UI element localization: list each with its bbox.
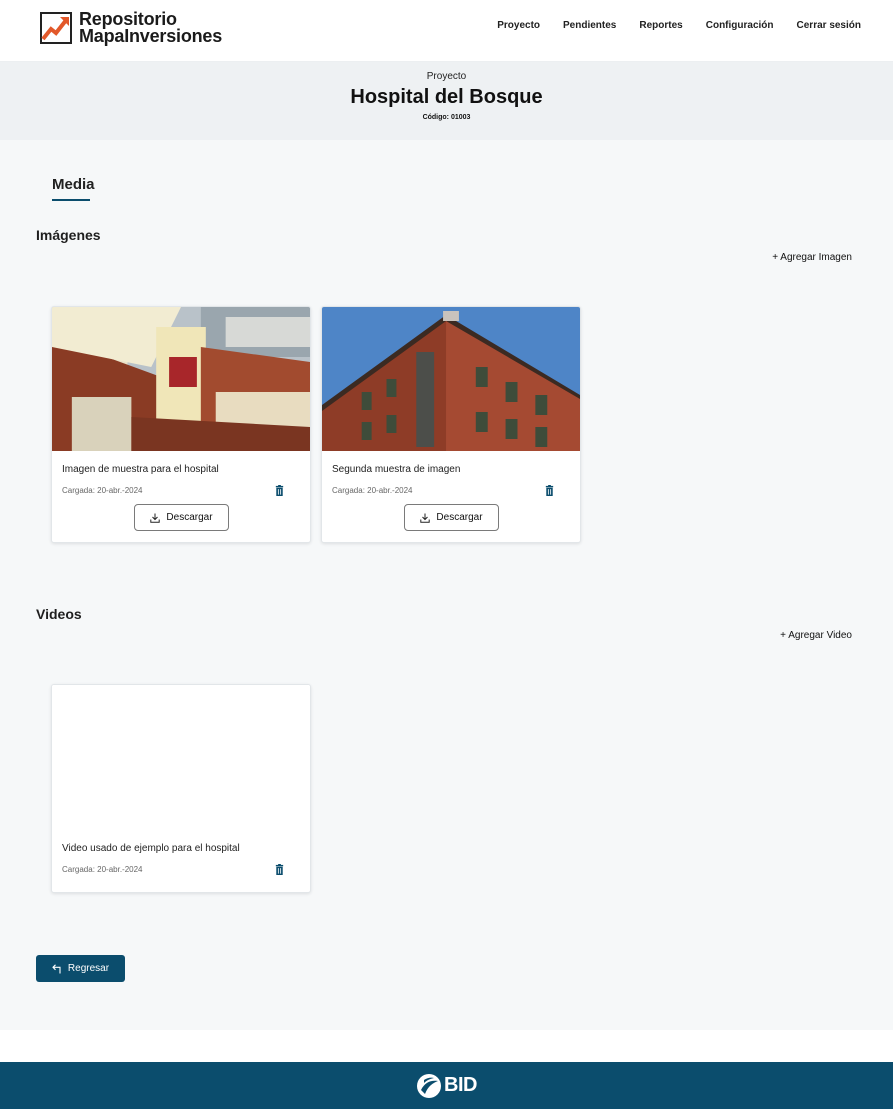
bid-logo-icon (417, 1073, 442, 1098)
trash-icon[interactable] (274, 485, 285, 496)
trash-icon[interactable] (544, 485, 555, 496)
trash-icon[interactable] (274, 864, 285, 875)
logo-line-2: MapaInversiones (79, 26, 223, 46)
return-arrow-icon (52, 963, 61, 973)
image-upload-date: Cargada: 20-abr.-2024 (62, 486, 143, 495)
nav-configuracion[interactable]: Configuración (706, 20, 774, 31)
image-card: Imagen de muestra para el hospital Carga… (51, 306, 311, 543)
tab-active-indicator (52, 199, 90, 201)
video-player[interactable] (52, 685, 310, 835)
image-upload-date: Cargada: 20-abr.-2024 (332, 486, 413, 495)
image-thumbnail-street[interactable] (52, 307, 310, 451)
main-nav: Proyecto Pendientes Reportes Configuraci… (474, 20, 861, 31)
top-header: Repositorio MapaInversiones Proyecto Pen… (0, 0, 893, 62)
add-video-button[interactable]: + Agregar Video (780, 630, 852, 641)
nav-cerrar-sesion[interactable]: Cerrar sesión (797, 20, 861, 31)
trending-up-logo-icon (40, 12, 72, 44)
footer-brand[interactable]: BID (416, 1073, 477, 1099)
main-content: Media Imágenes + Agregar Imagen Imagen d… (0, 140, 893, 1030)
video-card: Video usado de ejemplo para el hospital … (51, 684, 311, 893)
add-image-button[interactable]: + Agregar Imagen (772, 252, 852, 263)
video-caption: Video usado de ejemplo para el hospital (62, 843, 240, 854)
image-caption: Segunda muestra de imagen (332, 464, 461, 475)
download-button[interactable]: Descargar (134, 504, 229, 531)
footer-brand-text: BID (444, 1074, 477, 1096)
image-caption: Imagen de muestra para el hospital (62, 464, 219, 475)
footer: BID (0, 1062, 893, 1109)
image-thumbnail-building[interactable] (322, 307, 580, 451)
download-label: Descargar (166, 512, 213, 523)
app-title: Repositorio MapaInversiones (79, 10, 223, 46)
images-section-title: Imágenes (36, 227, 101, 243)
videos-section-title: Videos (36, 606, 82, 622)
tab-media[interactable]: Media (52, 176, 95, 193)
nav-pendientes[interactable]: Pendientes (563, 20, 616, 31)
back-button[interactable]: Regresar (36, 955, 125, 982)
download-icon (420, 513, 431, 523)
video-upload-date: Cargada: 20-abr.-2024 (62, 865, 143, 874)
project-eyebrow: Proyecto (426, 71, 467, 82)
project-banner: Proyecto Hospital del Bosque Código: 010… (0, 62, 893, 140)
project-code: Código: 01003 (422, 114, 471, 121)
back-label: Regresar (67, 963, 110, 974)
download-icon (150, 513, 161, 523)
download-label: Descargar (436, 512, 483, 523)
image-card: Segunda muestra de imagen Cargada: 20-ab… (321, 306, 581, 543)
app-logo[interactable]: Repositorio MapaInversiones (40, 10, 223, 46)
project-title: Hospital del Bosque (350, 86, 543, 108)
download-button[interactable]: Descargar (404, 504, 499, 531)
nav-proyecto[interactable]: Proyecto (497, 20, 540, 31)
nav-reportes[interactable]: Reportes (639, 20, 682, 31)
